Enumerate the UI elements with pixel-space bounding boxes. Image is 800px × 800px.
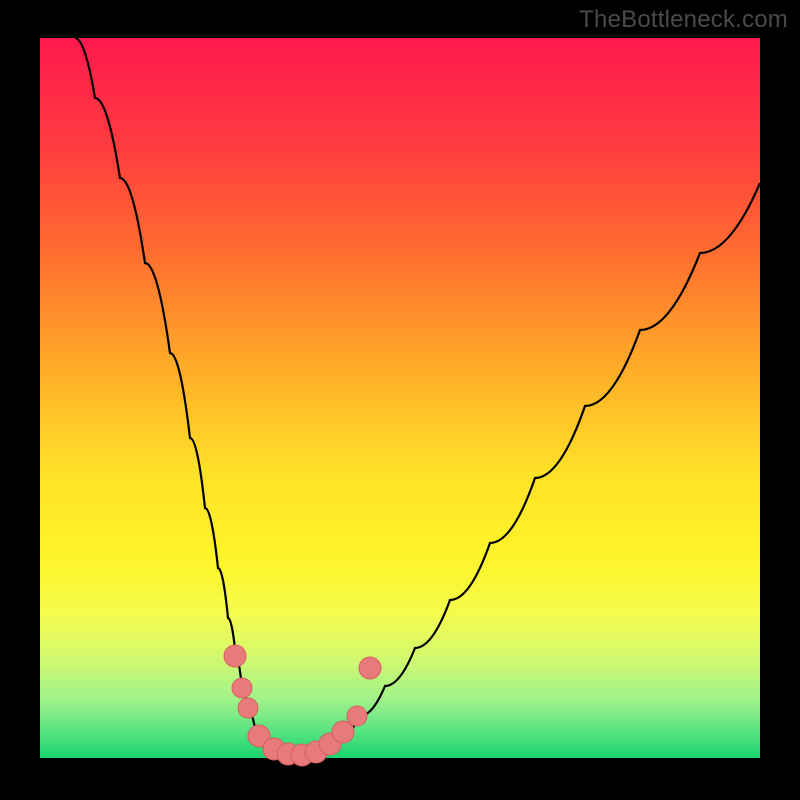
chart-marker — [359, 657, 381, 679]
watermark-text: TheBottleneck.com — [579, 6, 788, 34]
chart-marker — [238, 698, 258, 718]
chart-marker — [224, 645, 246, 667]
chart-marker — [347, 706, 367, 726]
chart-markers — [224, 645, 381, 766]
chart-marker — [232, 678, 252, 698]
chart-svg — [40, 38, 760, 758]
chart-outer-frame: TheBottleneck.com — [0, 0, 800, 800]
curve-left-branch — [75, 38, 300, 756]
